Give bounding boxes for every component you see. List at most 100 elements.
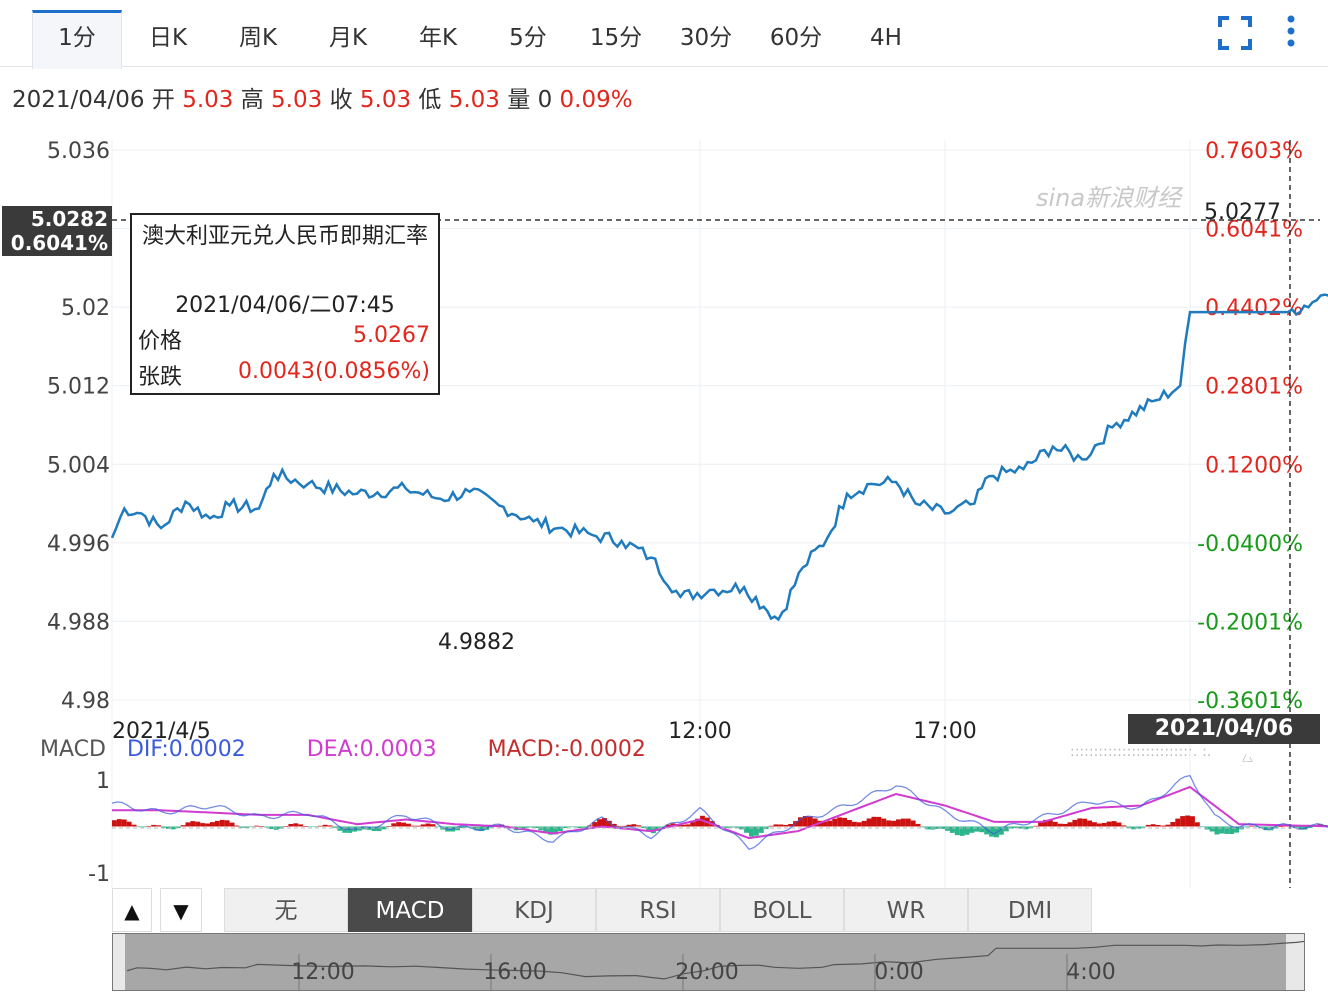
macd-histogram-bar	[146, 826, 152, 827]
y-axis-tick-label: 4.98	[61, 689, 110, 714]
percent-axis-tick-label: -0.3601%	[1197, 689, 1303, 714]
macd-histogram-bar	[312, 826, 318, 828]
macd-histogram-bar	[891, 820, 896, 827]
macd-histogram-bar	[597, 819, 602, 827]
x-axis-tick-label: 17:00	[913, 719, 976, 744]
macd-histogram-bar	[905, 818, 911, 827]
macd-histogram-bar	[136, 826, 142, 828]
y-axis-tick-label: 5.036	[47, 139, 110, 164]
macd-histogram-bar	[151, 824, 157, 827]
macd-histogram-bar	[734, 826, 740, 828]
macd-histogram-bar	[234, 825, 240, 827]
tooltip-change-label: 张跌	[138, 365, 183, 390]
navigator-tick-label: 12:00	[291, 960, 354, 985]
macd-histogram-bar	[406, 823, 411, 827]
percent-axis-tick-label: 0.7603%	[1205, 139, 1303, 164]
min-price-label: 4.9882	[438, 630, 515, 655]
macd-legend: MACD DIF:0.0002 DEA:0.0003 MACD:-0.0002	[40, 737, 646, 762]
macd-histogram-bar	[254, 825, 259, 827]
y-axis-tick-label: 5.012	[47, 375, 110, 400]
macd-histogram-bar	[161, 826, 166, 828]
macd-histogram-bar	[1165, 824, 1171, 827]
macd-histogram-bar	[156, 825, 161, 827]
macd-histogram-bar	[219, 819, 225, 827]
macd-histogram-bar	[1199, 826, 1205, 828]
macd-histogram-bar	[303, 826, 308, 827]
macd-histogram-bar	[1038, 822, 1043, 827]
macd-legend-value: -0.0002	[561, 737, 646, 762]
dif-legend-label: DIF:	[126, 737, 169, 762]
percent-axis-tick-label: -0.2001%	[1197, 610, 1303, 635]
macd-histogram-bar	[1087, 820, 1092, 827]
macd-histogram-bar	[847, 820, 852, 827]
macd-histogram-bar	[842, 817, 847, 827]
macd-histogram-bar	[229, 822, 235, 827]
tooltip-change-value: 0.0043(0.0856%)	[237, 359, 430, 384]
macd-histogram-bar	[410, 825, 416, 827]
macd-histogram-bar	[621, 825, 627, 827]
scroll-up-button[interactable]: ▲	[112, 888, 152, 932]
macd-histogram-bar	[768, 825, 774, 827]
macd-histogram-bar	[205, 823, 210, 827]
indicator-tab-rsi[interactable]: RSI	[596, 888, 720, 932]
indicator-tab-kdj[interactable]: KDJ	[472, 888, 596, 932]
macd-histogram-bar	[249, 826, 255, 828]
macd-histogram-bar	[1180, 816, 1186, 827]
macd-histogram-bar	[1209, 826, 1215, 832]
indicator-tab-dmi[interactable]: DMI	[968, 888, 1092, 932]
indicator-selector: ▲ ▼ 无 MACD KDJ RSI BOLL WR DMI	[112, 888, 1092, 932]
macd-histogram-bar	[886, 820, 892, 827]
macd-histogram-bar	[1243, 826, 1249, 828]
tooltip-price-value: 5.0267	[353, 323, 430, 348]
macd-histogram-bar	[430, 824, 436, 827]
macd-histogram-bar	[391, 823, 397, 827]
macd-histogram-bar	[915, 823, 921, 827]
macd-histogram-bar	[837, 817, 843, 827]
macd-histogram-bar	[729, 826, 735, 828]
range-navigator[interactable]: 12:00 16:00 20:00 0:00 4:00	[112, 933, 1305, 991]
dif-legend-value: 0.0002	[168, 737, 246, 762]
macd-dif-line	[111, 774, 1328, 851]
macd-histogram-bar	[1067, 822, 1073, 827]
macd-histogram-bar	[631, 824, 637, 827]
macd-histogram-bar	[861, 820, 867, 827]
macd-histogram-bar	[386, 826, 392, 827]
price-chart[interactable]: 5.036 5.02 5.012 5.004 4.996 4.988 4.98 0.7603…	[0, 0, 1328, 994]
navigator-left-handle[interactable]	[113, 934, 125, 990]
macd-histogram-bar	[322, 824, 328, 827]
macd-histogram-bar	[1116, 822, 1122, 827]
tooltip-time: 2021/04/06/二07:45	[175, 293, 395, 318]
indicator-tab-wr[interactable]: WR	[844, 888, 968, 932]
last-price-label: 5.0277	[1204, 200, 1281, 225]
macd-histogram-bar	[185, 822, 191, 827]
macd-histogram-bar	[116, 819, 122, 827]
macd-histogram-bar	[758, 826, 764, 833]
macd-histogram-bar	[827, 820, 833, 827]
macd-y-tick-label: 1	[96, 769, 110, 794]
macd-histogram-bar	[195, 821, 201, 827]
macd-histogram-bar	[1077, 818, 1083, 827]
macd-histogram-bar	[1155, 825, 1161, 827]
macd-histogram-bar	[283, 826, 289, 827]
navigator-tick-label: 4:00	[1066, 960, 1115, 985]
macd-histogram-bar	[401, 822, 406, 827]
scroll-down-button[interactable]: ▼	[160, 888, 202, 932]
macd-histogram-bar	[920, 826, 926, 828]
macd-histogram-bar	[851, 821, 857, 827]
macd-dea-line	[112, 785, 1328, 840]
macd-histogram-bar	[420, 824, 426, 827]
macd-histogram-bar	[1248, 825, 1254, 827]
macd-histogram-bar	[1194, 822, 1200, 827]
macd-histogram-bar	[636, 825, 642, 827]
macd-histogram-bar	[690, 822, 696, 827]
macd-histogram-bar	[1141, 826, 1146, 828]
indicator-tab-macd[interactable]: MACD	[348, 888, 472, 932]
tooltip-price-label: 价格	[138, 329, 183, 354]
macd-histogram-bar	[974, 826, 980, 832]
indicator-tab-boll[interactable]: BOLL	[720, 888, 844, 932]
percent-axis-tick-label: 0.4402%	[1205, 296, 1303, 321]
indicator-tab-none[interactable]: 无	[224, 888, 348, 932]
macd-histogram-bar	[910, 820, 916, 827]
macd-histogram-bar	[1092, 822, 1097, 827]
macd-histogram-bar	[685, 824, 691, 827]
